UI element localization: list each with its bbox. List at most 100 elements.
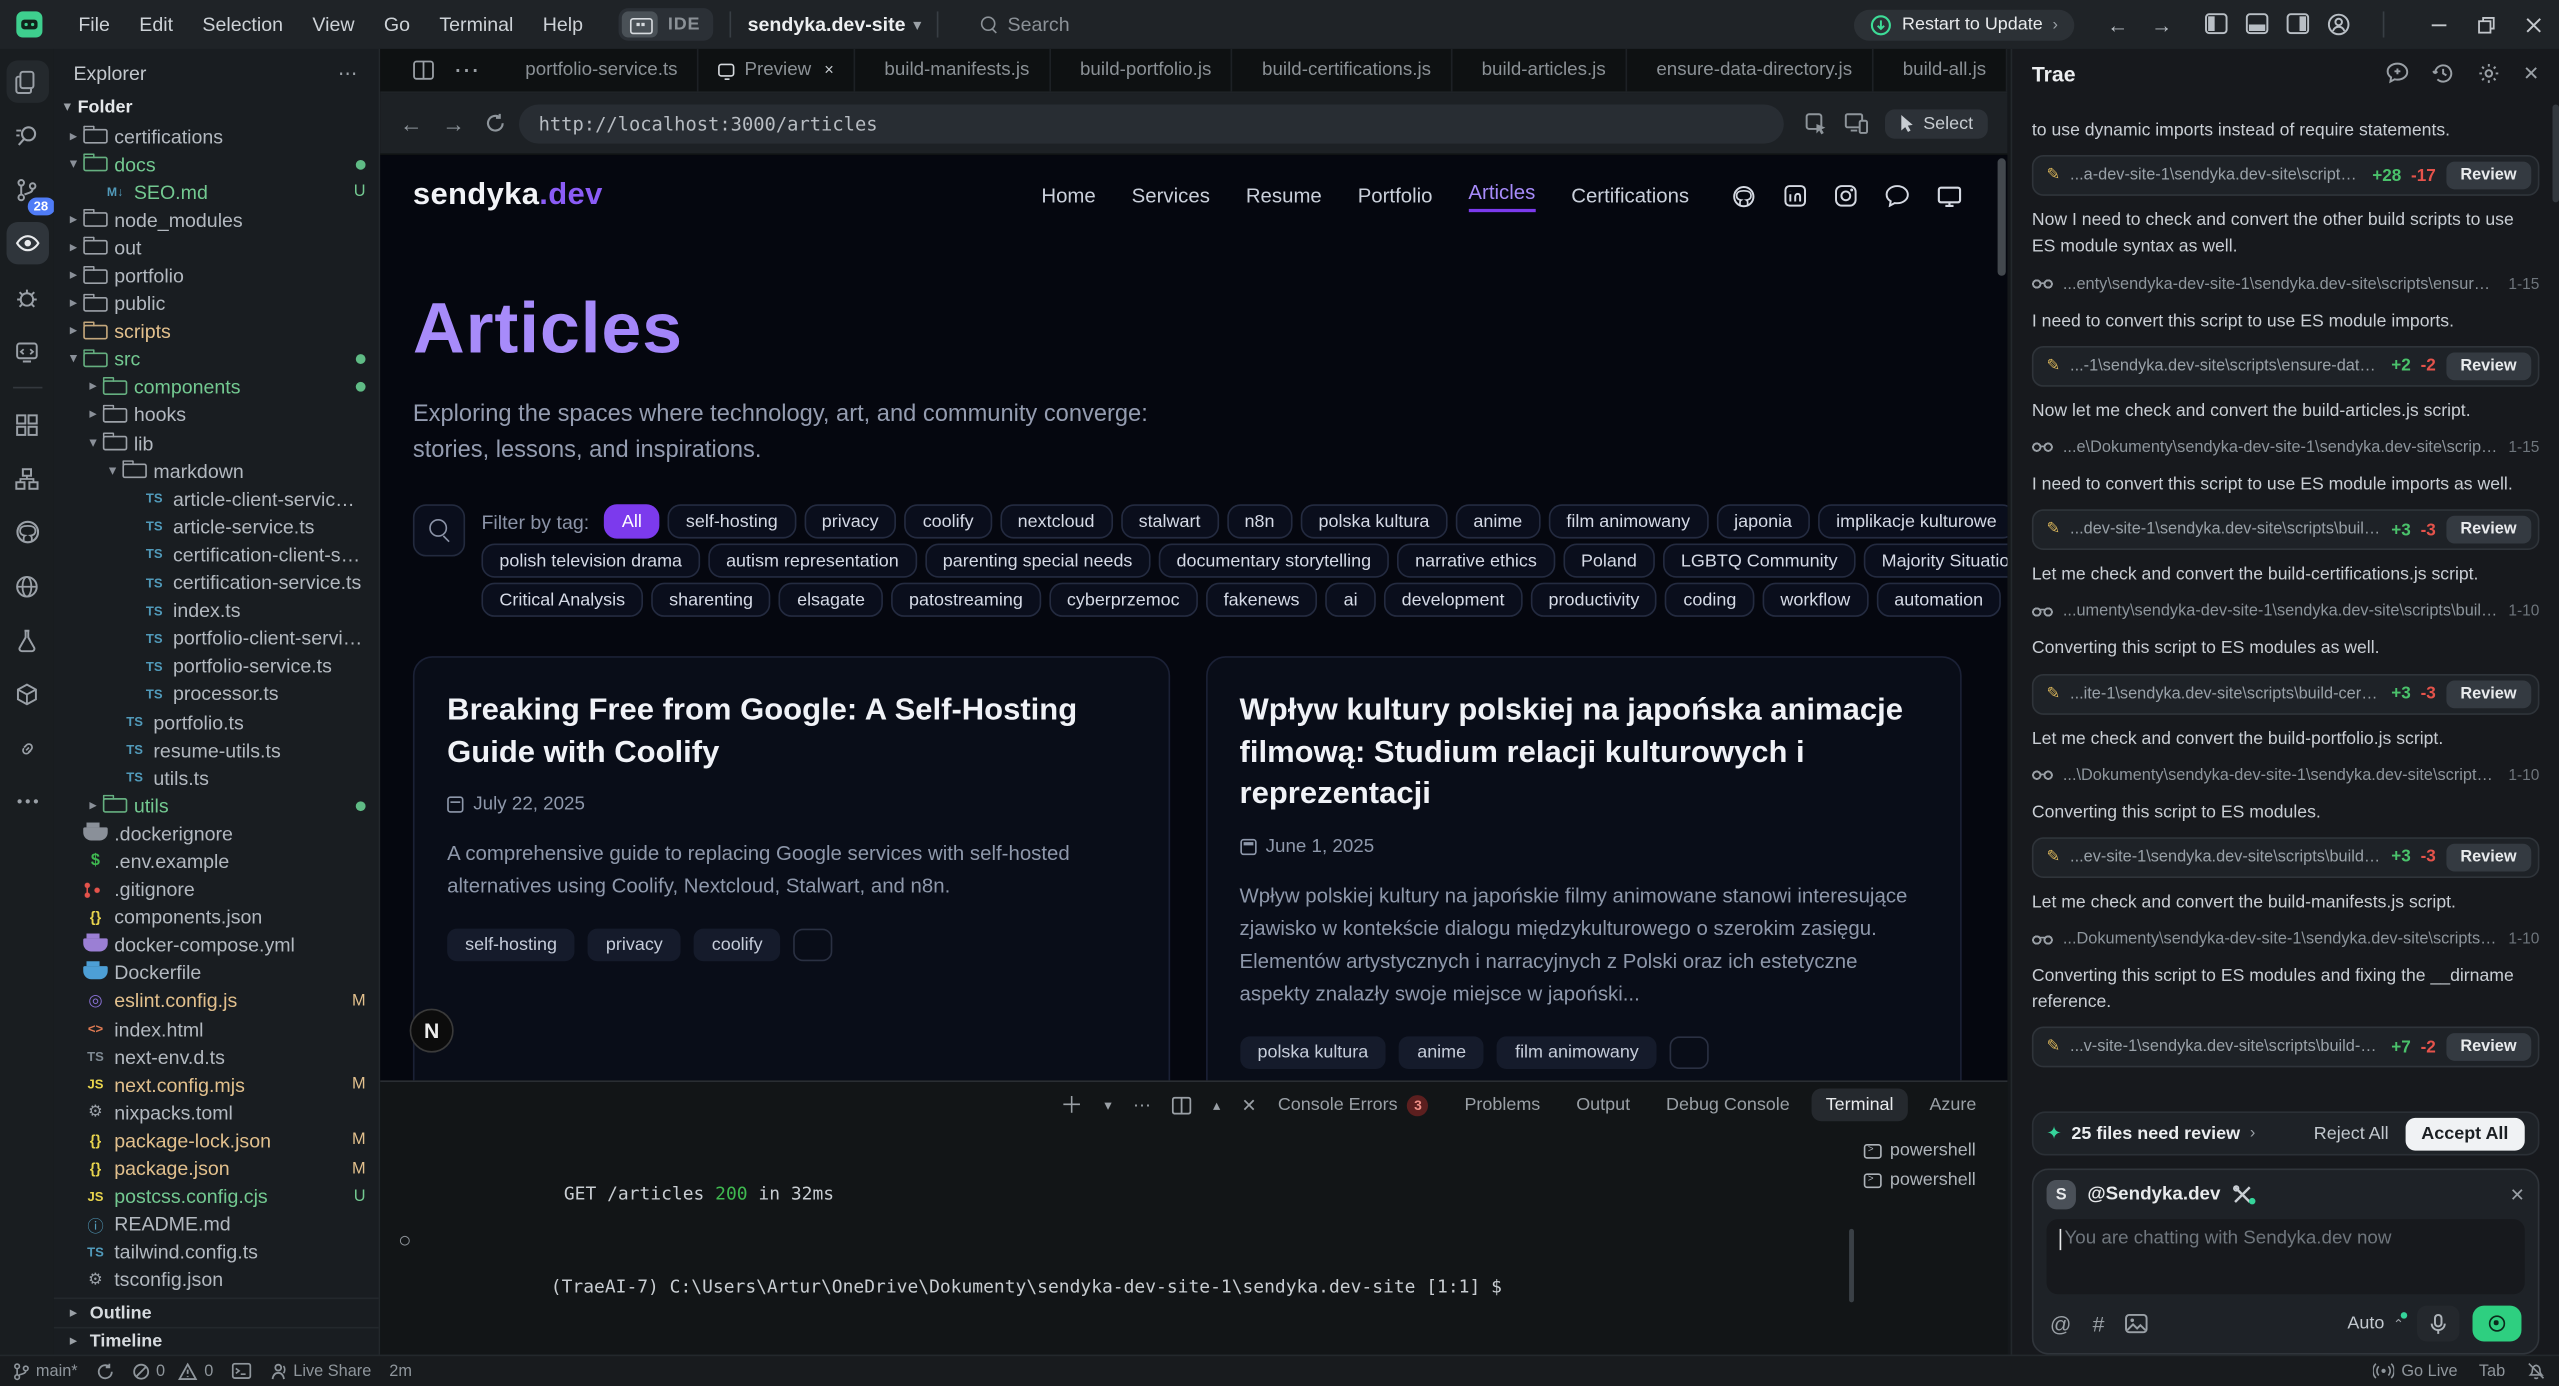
github-icon[interactable] <box>6 511 48 553</box>
terminal-instance[interactable]: > powershell <box>1857 1167 2001 1193</box>
tree-item[interactable]: index.ts <box>54 597 379 625</box>
editor-tab[interactable]: build-articles.js <box>1452 49 1627 91</box>
file-edit-card[interactable]: ✎ ...v-site-1\sendyka.dev-site\scripts\b… <box>2032 1027 2540 1068</box>
go-live-button[interactable]: Go Live <box>2374 1362 2458 1380</box>
linkedin-link-icon[interactable] <box>1784 184 1807 207</box>
tab-close-icon[interactable]: × <box>824 61 834 79</box>
filter-tag-chip[interactable]: self-hosting <box>668 504 796 538</box>
panel-tab[interactable]: Azure <box>1915 1089 1991 1122</box>
review-button[interactable]: Review <box>2446 516 2532 544</box>
menu-item[interactable]: Terminal <box>426 8 526 41</box>
debug-icon[interactable] <box>6 276 48 318</box>
ports-indicator[interactable] <box>231 1363 251 1379</box>
filter-tag-chip[interactable]: polish television drama <box>481 543 700 577</box>
filter-tag-chip[interactable]: workflow <box>1762 583 1868 617</box>
tree-item[interactable]: next.config.mjs M <box>54 1071 379 1099</box>
filter-tag-chip[interactable]: Critical Analysis <box>481 583 643 617</box>
filter-tag-chip[interactable]: cyberprzemoc <box>1049 583 1198 617</box>
url-input[interactable]: http://localhost:3000/articles <box>519 104 1784 143</box>
minimize-button[interactable] <box>2430 16 2448 34</box>
filter-tag-chip[interactable]: coding <box>1665 583 1754 617</box>
filter-tag-chip[interactable]: stalwart <box>1121 504 1219 538</box>
filter-tag-chip[interactable]: sharenting <box>651 583 771 617</box>
filter-tag-chip[interactable]: Poland <box>1563 543 1655 577</box>
sync-indicator[interactable] <box>96 1362 114 1380</box>
tree-item[interactable]: index.html <box>54 1015 379 1043</box>
globe-icon[interactable] <box>6 565 48 607</box>
ide-toggle[interactable]: IDE <box>619 8 713 41</box>
preview-forward-button[interactable]: → <box>442 110 465 136</box>
site-logo[interactable]: sendyka.dev <box>413 178 603 214</box>
menu-item[interactable]: File <box>65 8 123 41</box>
outline-section[interactable]: Outline <box>54 1299 379 1327</box>
link-icon[interactable] <box>6 726 48 768</box>
tree-item[interactable]: hooks <box>54 401 379 429</box>
site-nav-link[interactable]: Home <box>1041 184 1095 207</box>
cube-icon[interactable] <box>6 672 48 714</box>
filter-tag-chip[interactable]: implikacje kulturowe <box>1818 504 2007 538</box>
menu-item[interactable]: Selection <box>189 8 296 41</box>
hierarchy-icon[interactable] <box>6 457 48 499</box>
filter-tag-chip[interactable]: elsagate <box>779 583 883 617</box>
review-button[interactable]: Review <box>2446 680 2532 708</box>
filter-tag-chip[interactable]: japonia <box>1716 504 1810 538</box>
file-read-row[interactable]: ...umenty\sendyka-dev-site-1\sendyka.dev… <box>2032 599 2540 623</box>
extensions-icon[interactable] <box>6 403 48 445</box>
filter-tag-chip[interactable]: Majority Situation <box>1864 543 2008 577</box>
editor-tab[interactable]: Preview × <box>699 49 855 91</box>
tree-item[interactable]: next-env.d.ts <box>54 1043 379 1071</box>
source-control-icon[interactable]: 28 <box>6 168 48 210</box>
panel-tab[interactable]: Problems <box>1450 1089 1555 1122</box>
editor-tab[interactable]: build-manifests.js <box>855 49 1051 91</box>
chevron-right-icon[interactable]: › <box>2250 1124 2255 1142</box>
article-tag[interactable]: anime <box>1399 1036 1484 1069</box>
more-icon[interactable] <box>6 780 48 822</box>
preview-scrollbar[interactable] <box>1998 158 2006 276</box>
filter-tag-chip[interactable]: privacy <box>804 504 897 538</box>
timeline-section[interactable]: Timeline <box>54 1327 379 1355</box>
toggle-right-sidebar-button[interactable] <box>2286 13 2309 34</box>
filter-tag-chip[interactable]: All <box>604 504 660 538</box>
nextjs-devtools-button[interactable]: N <box>410 1009 454 1053</box>
filter-tag-chip[interactable]: LGBTQ Community <box>1663 543 1856 577</box>
tree-item[interactable]: article-client-service.ts <box>54 485 379 513</box>
review-button[interactable]: Review <box>2446 844 2532 872</box>
chat-input[interactable]: You are chatting with Sendyka.dev now <box>2047 1219 2525 1294</box>
send-message-button[interactable] <box>2473 1306 2522 1342</box>
editor-tab[interactable]: build-certifications.js <box>1233 49 1453 91</box>
toggle-left-sidebar-button[interactable] <box>2205 13 2228 34</box>
tree-item[interactable]: package.json M <box>54 1155 379 1183</box>
article-card[interactable]: Wpływ kultury polskiej na japońska anima… <box>1205 656 1961 1080</box>
terminal-output[interactable]: GET /articles 200 in 32ms (TraeAI-7) C:\… <box>400 1138 1844 1349</box>
reject-all-button[interactable]: Reject All <box>2314 1124 2389 1144</box>
article-tag[interactable]: polska kultura <box>1240 1036 1387 1069</box>
filter-tag-chip[interactable]: nextcloud <box>1000 504 1113 538</box>
new-chat-icon[interactable] <box>2386 62 2409 85</box>
history-forward-button[interactable]: → <box>2151 12 2172 36</box>
panel-tab[interactable]: Terminal <box>1811 1089 1908 1122</box>
tree-item[interactable]: .env.example <box>54 848 379 876</box>
filter-tag-chip[interactable]: ai <box>1326 583 1376 617</box>
article-tag[interactable]: film animowany <box>1497 1036 1657 1069</box>
tree-item[interactable]: certification-client-service.ts <box>54 541 379 569</box>
problems-indicator[interactable]: 0 0 <box>132 1362 214 1380</box>
file-edit-card[interactable]: ✎ ...a-dev-site-1\sendyka.dev-site\scrip… <box>2032 155 2540 196</box>
editor-tab[interactable]: build-all.js <box>1873 49 2007 91</box>
tree-item[interactable]: portfolio <box>54 262 379 290</box>
review-button[interactable]: Review <box>2446 162 2532 190</box>
tree-item[interactable]: portfolio.ts <box>54 708 379 736</box>
theme-monitor-icon[interactable] <box>1937 185 1961 206</box>
preview-reload-button[interactable] <box>485 113 506 134</box>
editor-tab[interactable]: ensure-data-directory.js <box>1627 49 1873 91</box>
file-edit-card[interactable]: ✎ ...dev-site-1\sendyka.dev-site\scripts… <box>2032 509 2540 550</box>
agent-tools-icon[interactable] <box>2232 1185 2252 1205</box>
restore-button[interactable] <box>2477 16 2495 34</box>
menu-item[interactable]: Go <box>371 8 423 41</box>
panel-more-icon[interactable]: ⋯ <box>1133 1094 1151 1115</box>
close-button[interactable] <box>2525 16 2543 34</box>
tree-item[interactable]: components.json <box>54 904 379 932</box>
chat-link-icon[interactable] <box>1885 184 1909 207</box>
tree-item[interactable]: tsconfig.json <box>54 1266 379 1294</box>
tree-item[interactable]: src <box>54 346 379 374</box>
filter-tag-chip[interactable]: anime <box>1455 504 1540 538</box>
